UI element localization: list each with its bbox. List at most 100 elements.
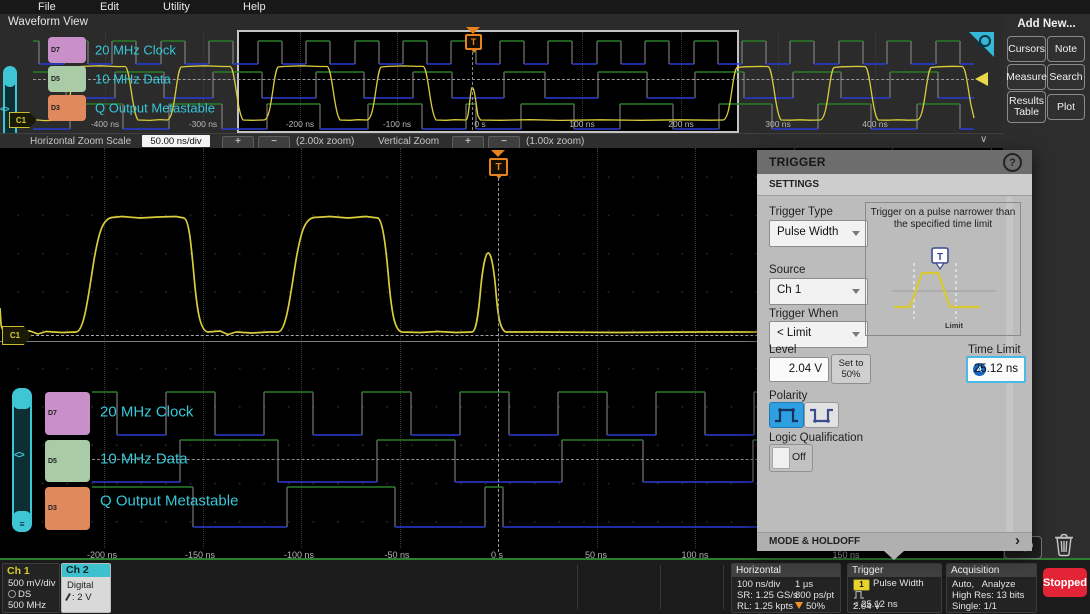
ch2-badge[interactable]: Ch 2 Digital : 2 V <box>61 563 111 613</box>
trigger-flag-overview[interactable]: T <box>465 34 482 50</box>
menu-help[interactable]: Help <box>243 1 266 13</box>
menu-utility[interactable]: Utility <box>163 1 190 13</box>
ch1-name: Ch 1 <box>7 565 30 577</box>
pulse-icon <box>854 590 864 599</box>
expand-collapse-icon-main[interactable]: <> <box>14 450 25 461</box>
overview-axis-tick: 0 s <box>474 119 486 129</box>
chevron-down-icon <box>852 231 860 236</box>
h-zoom-scale-label: Horizontal Zoom Scale <box>30 136 132 147</box>
ch1-position-arrow[interactable] <box>975 72 988 86</box>
time-limit-input[interactable]: A 25.12 ns <box>966 356 1026 383</box>
polarity-label: Polarity <box>769 390 808 402</box>
h-zoom-factor: (2.00x zoom) <box>296 136 355 147</box>
overview-axis-tick: -100 ns <box>382 119 412 129</box>
v-zoom-plus-button[interactable]: + <box>452 135 484 149</box>
panel-callout-arrow <box>884 551 904 560</box>
trigger-position-triangle-overview[interactable] <box>466 27 480 34</box>
search-button[interactable]: Search <box>1047 64 1085 90</box>
trigger-when-label: Trigger When <box>769 308 839 320</box>
expand-collapse-icon[interactable]: <> <box>0 104 9 114</box>
plot-button[interactable]: Plot <box>1047 94 1085 120</box>
settings-tab[interactable]: SETTINGS <box>757 174 1032 196</box>
h-zoom-scale-input[interactable]: 50.00 ns/div <box>142 135 210 147</box>
trash-button[interactable] <box>1049 531 1079 557</box>
toggle-knob <box>772 447 790 469</box>
threshold-icon <box>65 593 71 601</box>
v-zoom-label: Vertical Zoom <box>378 136 440 147</box>
source-dropdown[interactable]: Ch 1 <box>769 278 868 305</box>
clock-label: 20 MHz Clock <box>100 403 194 421</box>
d5-badge[interactable]: D5 <box>45 440 90 482</box>
polarity-negative-button[interactable] <box>804 402 839 428</box>
overview-waveform-area[interactable]: <> D7 D5 D3 20 MHz Clock 10 MHz Data Q O… <box>0 27 1003 162</box>
logic-qualification-label: Logic Qualification <box>769 432 863 444</box>
logic-qualification-toggle[interactable]: Off <box>769 444 813 472</box>
d7-badge[interactable]: D7 <box>45 392 90 435</box>
results-table-button[interactable]: Results Table <box>1007 91 1046 123</box>
collapse-overview-chevron[interactable]: ∨ <box>980 134 987 145</box>
time-limit-label: Time Limit <box>968 344 1021 356</box>
h-zoom-plus-button[interactable]: + <box>222 135 254 149</box>
d5-badge-overview[interactable]: D5 <box>48 66 86 92</box>
trigger-badge[interactable]: Trigger 1 Pulse Width < 25.12 ns 2.04 V <box>847 563 942 613</box>
view-title: Waveform View <box>8 16 88 28</box>
add-new-title: Add New... <box>1017 18 1076 30</box>
d3-badge[interactable]: D3 <box>45 487 90 530</box>
acquisition-badge[interactable]: Acquisition Auto, Analyze High Res: 13 b… <box>946 563 1037 613</box>
clock-label-overview: 20 MHz Clock <box>95 42 176 58</box>
trigger-type-dropdown[interactable]: Pulse Width <box>769 220 868 247</box>
chevron-down-icon <box>852 289 860 294</box>
stopped-button[interactable]: Stopped <box>1043 568 1087 597</box>
overview-axis-tick: -300 ns <box>188 119 218 129</box>
hint-t-glyph: T <box>937 252 943 263</box>
probe-icon <box>8 590 16 598</box>
v-zoom-minus-button[interactable]: − <box>488 135 520 149</box>
h-zoom-minus-button[interactable]: − <box>258 135 290 149</box>
oscilloscope-app: File Edit Utility Help Waveform View <> … <box>0 0 1090 614</box>
overview-axis-tick: 400 ns <box>862 119 888 129</box>
trigger-flag[interactable]: T <box>489 158 508 176</box>
ch1-badge[interactable]: Ch 1 500 mV/div DS 500 MHz <box>2 563 60 613</box>
overview-axis-tick: 100 ns <box>569 119 595 129</box>
d3-badge-overview[interactable]: D3 <box>48 95 86 121</box>
v-zoom-factor: (1.00x zoom) <box>526 136 585 147</box>
menu-file[interactable]: File <box>38 1 56 13</box>
trigger-panel-header[interactable]: TRIGGER ? <box>757 150 1032 174</box>
mode-holdoff-bar[interactable]: MODE & HOLDOFF › <box>757 532 1032 551</box>
chevron-right-icon: › <box>1015 532 1020 549</box>
waveform-view-container: Waveform View <> D7 D5 D3 20 MHz Clock 1… <box>0 14 1003 162</box>
help-icon[interactable]: ? <box>1003 153 1022 172</box>
overview-axis-tick: 200 ns <box>668 119 694 129</box>
cursors-button[interactable]: Cursors <box>1007 36 1046 62</box>
trigger-panel-title: TRIGGER <box>769 155 826 169</box>
data-label-overview: 10 MHz Data <box>95 71 171 87</box>
d7-badge-overview[interactable]: D7 <box>48 37 86 63</box>
trigger-type-label: Trigger Type <box>769 206 833 218</box>
trigger-dashline <box>498 178 499 552</box>
level-label: Level <box>769 344 797 356</box>
d5-level-dashline <box>33 79 974 80</box>
level-input[interactable]: 2.04 V <box>769 357 829 382</box>
polarity-positive-button[interactable] <box>769 402 804 428</box>
menu-edit[interactable]: Edit <box>100 1 119 13</box>
data-label: 10 MHz Data <box>100 450 188 468</box>
trigger-dashline-overview <box>472 52 473 130</box>
horizontal-badge[interactable]: Horizontal 100 ns/div 1 µs SR: 1.25 GS/s… <box>731 563 841 613</box>
trigger-panel: TRIGGER ? SETTINGS Trigger Type Pulse Wi… <box>757 150 1032 551</box>
source-label: Source <box>769 264 806 276</box>
measure-button[interactable]: Measure <box>1006 64 1047 90</box>
hint-limit-label: Limit <box>945 321 963 330</box>
metastable-label-overview: Q Output Metastable <box>95 100 215 116</box>
note-button[interactable]: Note <box>1047 36 1085 62</box>
chevron-down-icon <box>852 332 860 337</box>
ch2-header: Ch 2 <box>62 564 110 577</box>
zoom-scale-bar: Horizontal Zoom Scale 50.00 ns/div + − (… <box>0 133 1003 149</box>
overview-axis-tick: -400 ns <box>90 119 120 129</box>
bottom-bar: Ch 1 500 mV/div DS 500 MHz Ch 2 Digital … <box>0 560 1090 614</box>
set-to-50-button[interactable]: Set to 50% <box>831 354 871 384</box>
magnifier-icon <box>979 35 991 47</box>
trigger-position-triangle[interactable] <box>491 150 505 157</box>
trigger-hint-illustration: Trigger on a pulse narrower than the spe… <box>865 202 1021 336</box>
overview-axis-tick: -200 ns <box>285 119 315 129</box>
overview-axis-tick: 300 ns <box>765 119 791 129</box>
